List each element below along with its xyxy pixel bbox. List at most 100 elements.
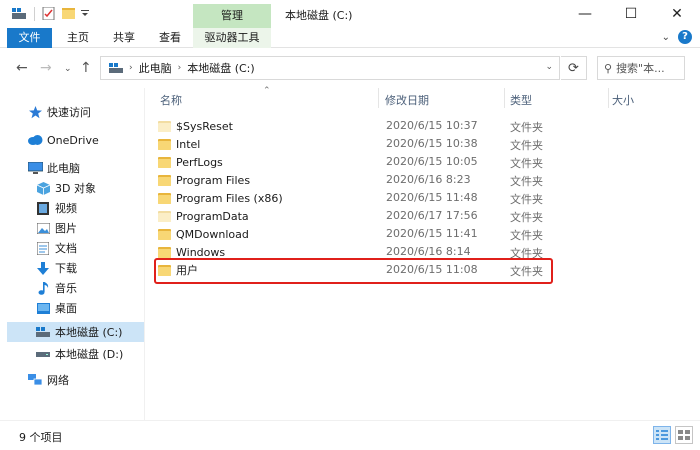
sidebar-item-label: 本地磁盘 (D:) <box>55 348 124 361</box>
sidebar-item-local-disk-d[interactable]: 本地磁盘 (D:) <box>7 344 144 364</box>
breadcrumb-this-pc[interactable]: 此电脑 <box>139 60 172 76</box>
title-bar: 管理 本地磁盘 (C:) — ☐ ✕ <box>0 0 700 28</box>
search-icon: ⚲ <box>604 61 613 75</box>
address-dropdown-icon[interactable]: ⌄ <box>545 62 553 72</box>
table-row[interactable]: ProgramData 2020/6/17 17:56 文件夹 <box>158 207 548 225</box>
column-header-size[interactable]: 大小 <box>612 92 634 108</box>
modified-date: 2020/6/16 8:23 <box>386 173 471 186</box>
sidebar-item-this-pc[interactable]: 此电脑 <box>7 158 144 178</box>
sidebar-item-label: 桌面 <box>55 302 77 315</box>
file-name: Windows <box>176 245 226 259</box>
help-icon[interactable]: ? <box>678 30 692 44</box>
sidebar-item-label: 快速访问 <box>47 106 91 119</box>
column-header-name[interactable]: 名称 <box>160 92 182 108</box>
new-folder-icon[interactable] <box>62 7 76 20</box>
column-divider[interactable] <box>504 88 505 108</box>
breadcrumb-separator-icon[interactable]: › <box>178 63 182 73</box>
drive-icon <box>35 325 51 339</box>
tab-home[interactable]: 主页 <box>60 28 96 48</box>
large-icons-view-button[interactable] <box>675 426 693 444</box>
minimize-button[interactable]: — <box>562 0 608 28</box>
modified-date: 2020/6/15 10:38 <box>386 137 478 150</box>
sidebar-item-label: 音乐 <box>55 282 77 295</box>
customize-quick-access-icon[interactable] <box>80 7 90 20</box>
tab-file[interactable]: 文件 <box>7 28 52 48</box>
column-header-date[interactable]: 修改日期 <box>385 92 429 108</box>
search-input[interactable]: ⚲ 搜索"本... <box>597 56 685 80</box>
forward-icon[interactable]: → <box>40 60 52 76</box>
column-header-type[interactable]: 类型 <box>510 92 532 108</box>
tab-drive-tools[interactable]: 驱动器工具 <box>193 28 271 48</box>
file-name: Intel <box>176 137 201 151</box>
sidebar-item-documents[interactable]: 文档 <box>7 238 144 258</box>
breadcrumb-local-disk-c[interactable]: 本地磁盘 (C:) <box>187 60 254 76</box>
file-name: Program Files (x86) <box>176 191 283 205</box>
sidebar-item-quick-access[interactable]: 快速访问 <box>7 102 144 122</box>
properties-icon[interactable] <box>42 7 56 20</box>
drive-small-icon[interactable] <box>12 7 26 20</box>
navigation-pane: 快速访问 OneDrive 此电脑 3D 对象 视频 图片 文档 下载 音乐 桌… <box>7 94 144 420</box>
breadcrumb-separator-icon[interactable]: › <box>129 63 133 73</box>
refresh-button[interactable]: ⟳ <box>561 56 587 80</box>
details-view-button[interactable] <box>653 426 671 444</box>
window-title: 本地磁盘 (C:) <box>285 9 353 22</box>
sidebar-item-label: 视频 <box>55 202 77 215</box>
folder-icon <box>158 192 171 204</box>
back-icon[interactable]: ← <box>16 60 28 76</box>
close-button[interactable]: ✕ <box>654 0 700 28</box>
file-name: QMDownload <box>176 227 249 241</box>
toolbar-divider <box>34 7 35 21</box>
cloud-icon <box>27 133 43 147</box>
expand-ribbon-icon[interactable]: ⌄ <box>662 32 670 43</box>
up-icon[interactable]: ↑ <box>80 60 92 76</box>
tab-view[interactable]: 查看 <box>152 28 188 48</box>
ribbon-controls: ⌄ ? <box>662 30 692 44</box>
folder-icon <box>158 138 171 150</box>
file-name: PerfLogs <box>176 155 223 169</box>
sidebar-item-label: OneDrive <box>47 133 99 147</box>
sort-ascending-icon: ⌃ <box>263 86 271 96</box>
sidebar-item-videos[interactable]: 视频 <box>7 198 144 218</box>
sidebar-item-music[interactable]: 音乐 <box>7 278 144 298</box>
drive-address-icon <box>109 63 123 73</box>
file-name: $SysReset <box>176 119 233 133</box>
sidebar-item-network[interactable]: 网络 <box>7 370 144 390</box>
sidebar-item-desktop[interactable]: 桌面 <box>7 298 144 318</box>
sidebar-item-label: 本地磁盘 (C:) <box>55 326 123 339</box>
item-count: 9 个项目 <box>19 431 63 444</box>
table-row[interactable]: Intel 2020/6/15 10:38 文件夹 <box>158 135 548 153</box>
table-row[interactable]: PerfLogs 2020/6/15 10:05 文件夹 <box>158 153 548 171</box>
table-row[interactable]: QMDownload 2020/6/15 11:41 文件夹 <box>158 225 548 243</box>
sidebar-item-label: 此电脑 <box>47 162 80 175</box>
modified-date: 2020/6/17 17:56 <box>386 209 478 222</box>
desktop-icon <box>35 301 51 315</box>
address-bar[interactable]: › 此电脑 › 本地磁盘 (C:) ⌄ <box>100 56 560 80</box>
maximize-button[interactable]: ☐ <box>608 0 654 28</box>
recent-locations-icon[interactable]: ⌄ <box>64 64 72 74</box>
table-row[interactable]: $SysReset 2020/6/15 10:37 文件夹 <box>158 117 548 135</box>
sidebar-item-label: 下载 <box>55 262 77 275</box>
table-row[interactable]: Program Files (x86) 2020/6/15 11:48 文件夹 <box>158 189 548 207</box>
sidebar-item-downloads[interactable]: 下载 <box>7 258 144 278</box>
file-type: 文件夹 <box>510 175 543 188</box>
sidebar-item-label: 图片 <box>55 222 77 235</box>
network-icon <box>27 373 43 387</box>
file-type: 文件夹 <box>510 121 543 134</box>
column-divider[interactable] <box>378 88 379 108</box>
manage-tab[interactable]: 管理 <box>193 4 271 28</box>
sidebar-item-pictures[interactable]: 图片 <box>7 218 144 238</box>
sidebar-item-onedrive[interactable]: OneDrive <box>7 130 144 150</box>
pictures-icon <box>35 221 51 235</box>
status-bar: 9 个项目 <box>0 420 700 450</box>
folder-icon <box>158 156 171 168</box>
sidebar-item-local-disk-c[interactable]: 本地磁盘 (C:) <box>7 322 144 342</box>
large-icons-view-icon <box>678 430 690 440</box>
file-list: ⌃ 名称 修改日期 类型 大小 $SysReset 2020/6/15 10:3… <box>150 86 700 420</box>
sidebar-item-3d-objects[interactable]: 3D 对象 <box>7 178 144 198</box>
tab-share[interactable]: 共享 <box>106 28 142 48</box>
column-divider[interactable] <box>608 88 609 108</box>
modified-date: 2020/6/15 10:05 <box>386 155 478 168</box>
modified-date: 2020/6/16 8:14 <box>386 245 471 258</box>
file-type: 文件夹 <box>510 229 543 242</box>
table-row[interactable]: Program Files 2020/6/16 8:23 文件夹 <box>158 171 548 189</box>
